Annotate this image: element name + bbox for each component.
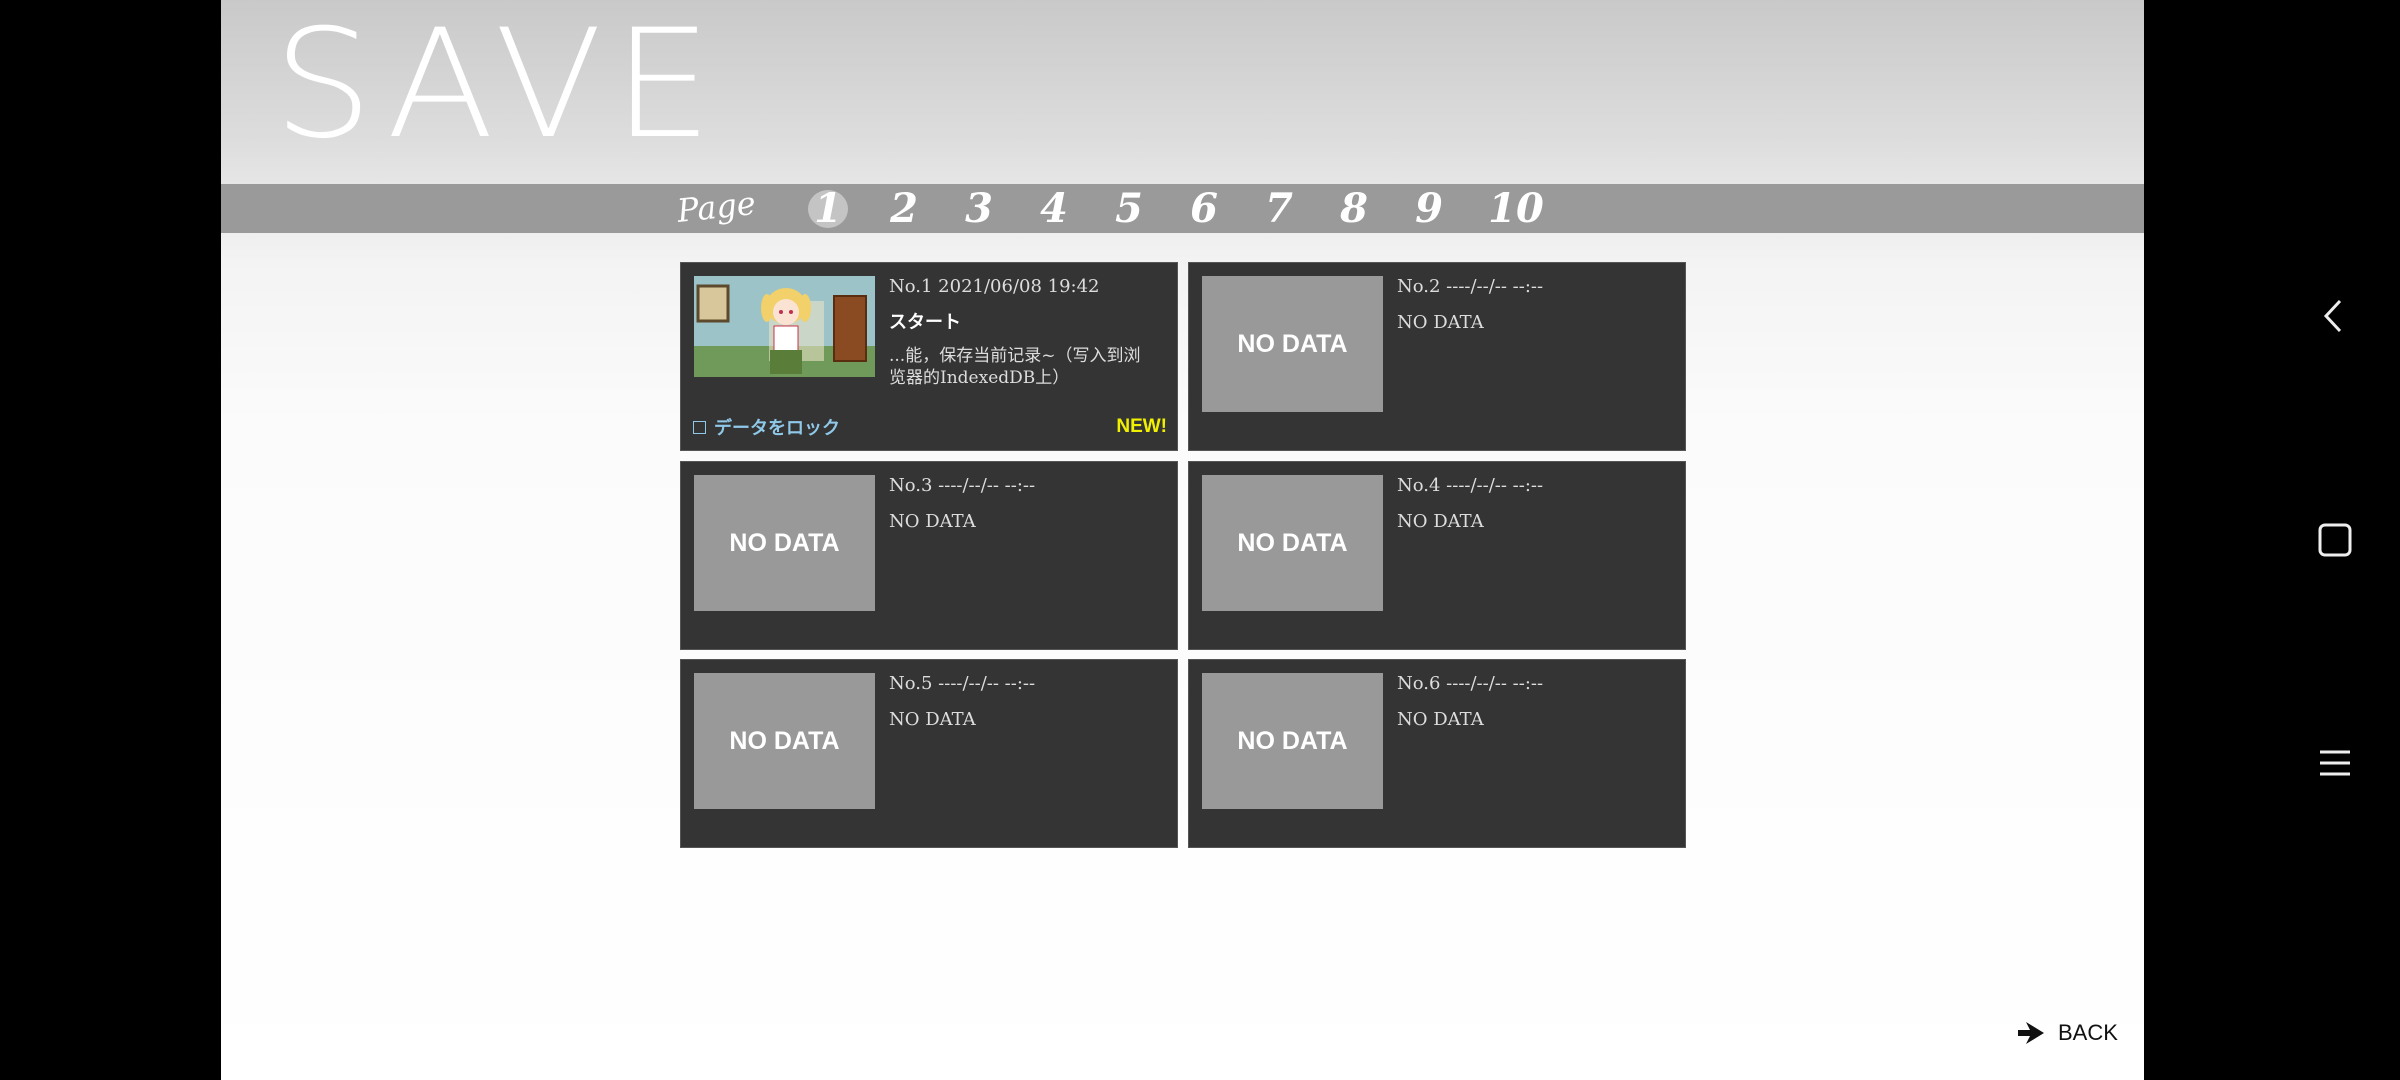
slot-header: No.6 ----/--/-- --:-- bbox=[1397, 673, 1544, 694]
slot-info: No.3 ----/--/-- --:-- NO DATA bbox=[889, 472, 1035, 544]
slot-title: NO DATA bbox=[889, 511, 976, 532]
save-slot-2[interactable]: NO DATA No.2 ----/--/-- --:-- NO DATA bbox=[1188, 262, 1686, 451]
page-tab-1[interactable]: 1 bbox=[803, 184, 853, 233]
nav-menu-button[interactable] bbox=[2310, 738, 2360, 788]
save-slot-5[interactable]: NO DATA No.5 ----/--/-- --:-- NO DATA bbox=[680, 659, 1178, 848]
square-icon bbox=[2318, 523, 2352, 557]
slot-description: ...能，保存当前记录~（写入到浏览器的IndexedDB上） bbox=[889, 346, 1141, 388]
slot-thumbnail-empty: NO DATA bbox=[1202, 276, 1383, 412]
page-label: Page bbox=[675, 183, 758, 231]
slot-header: No.4 ----/--/-- --:-- bbox=[1397, 475, 1544, 496]
save-slot-4[interactable]: NO DATA No.4 ----/--/-- --:-- NO DATA bbox=[1188, 461, 1686, 650]
save-screen: SAVE Page 1 2 3 4 5 6 7 8 9 10 No.1 2021… bbox=[221, 0, 2144, 1080]
save-slot-1[interactable]: No.1 2021/06/08 19:42 スタート ...能，保存当前记录~（… bbox=[680, 262, 1178, 451]
slot-info: No.5 ----/--/-- --:-- NO DATA bbox=[889, 670, 1035, 742]
slot-info: No.4 ----/--/-- --:-- NO DATA bbox=[1397, 472, 1543, 544]
slot-thumbnail-empty: NO DATA bbox=[1202, 475, 1383, 611]
slot-thumbnail-empty: NO DATA bbox=[1202, 673, 1383, 809]
page-selector-bar: Page 1 2 3 4 5 6 7 8 9 10 bbox=[221, 184, 2144, 233]
chevron-left-icon bbox=[2323, 299, 2342, 333]
slot-header: No.2 ----/--/-- --:-- bbox=[1397, 276, 1544, 297]
page-tab-5[interactable]: 5 bbox=[1104, 184, 1154, 233]
nav-back-button[interactable] bbox=[2310, 291, 2360, 341]
slot-title: NO DATA bbox=[1397, 312, 1484, 333]
android-nav-bar bbox=[2270, 0, 2400, 1080]
page-tab-6[interactable]: 6 bbox=[1179, 184, 1229, 233]
back-button[interactable]: BACK bbox=[2016, 1018, 2118, 1048]
new-badge: NEW! bbox=[1116, 416, 1167, 437]
arrow-right-icon bbox=[2018, 1022, 2044, 1044]
page-tab-10[interactable]: 10 bbox=[1486, 184, 1546, 233]
lock-label: データをロック bbox=[714, 418, 840, 439]
slot-thumbnail-empty: NO DATA bbox=[694, 673, 875, 809]
slot-title: NO DATA bbox=[1397, 709, 1484, 730]
slot-title: NO DATA bbox=[1397, 511, 1484, 532]
slot-header: No.3 ----/--/-- --:-- bbox=[889, 475, 1036, 496]
screen-title: SAVE bbox=[273, 0, 723, 172]
back-label: BACK bbox=[2058, 1020, 2118, 1045]
page-tab-9[interactable]: 9 bbox=[1404, 184, 1454, 233]
slot-thumbnail bbox=[694, 276, 875, 377]
page-tab-7[interactable]: 7 bbox=[1254, 184, 1304, 233]
lock-data-toggle[interactable]: データをロック bbox=[693, 414, 840, 440]
slot-title: スタート bbox=[889, 312, 961, 333]
save-slot-3[interactable]: NO DATA No.3 ----/--/-- --:-- NO DATA bbox=[680, 461, 1178, 650]
hamburger-menu-icon bbox=[2320, 750, 2350, 776]
slot-thumbnail-empty: NO DATA bbox=[694, 475, 875, 611]
checkbox-icon bbox=[693, 420, 706, 434]
page-tab-3[interactable]: 3 bbox=[954, 184, 1004, 233]
slot-info: No.6 ----/--/-- --:-- NO DATA bbox=[1397, 670, 1543, 742]
slot-header: No.5 ----/--/-- --:-- bbox=[889, 673, 1036, 694]
save-slot-6[interactable]: NO DATA No.6 ----/--/-- --:-- NO DATA bbox=[1188, 659, 1686, 848]
nav-home-button[interactable] bbox=[2310, 515, 2360, 565]
slot-header: No.1 2021/06/08 19:42 bbox=[889, 276, 1100, 297]
slot-info: No.1 2021/06/08 19:42 スタート ...能，保存当前记录~（… bbox=[889, 273, 1154, 388]
slot-title: NO DATA bbox=[889, 709, 976, 730]
slot-info: No.2 ----/--/-- --:-- NO DATA bbox=[1397, 273, 1543, 345]
page-tab-8[interactable]: 8 bbox=[1329, 184, 1379, 233]
character-scene-image bbox=[694, 276, 875, 377]
page-tab-2[interactable]: 2 bbox=[879, 184, 929, 233]
page-tab-4[interactable]: 4 bbox=[1029, 184, 1079, 233]
